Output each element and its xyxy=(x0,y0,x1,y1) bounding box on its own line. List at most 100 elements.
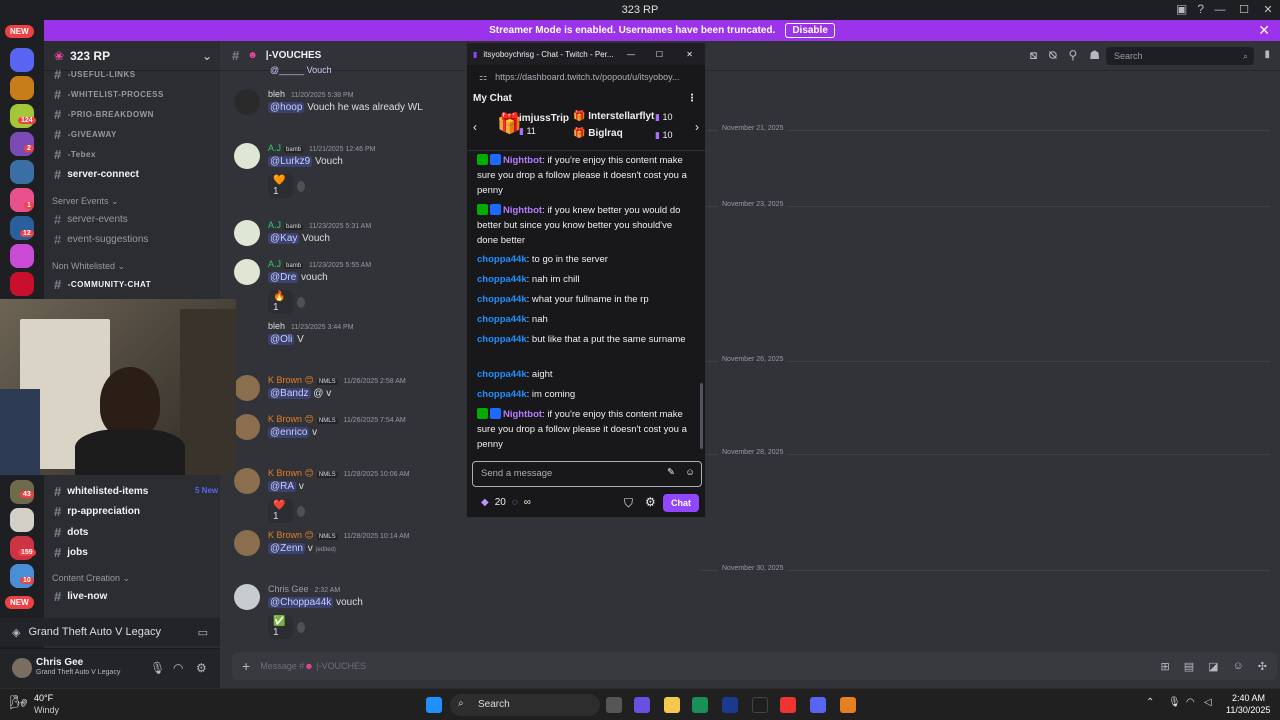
message-author[interactable]: K Brown 😊 NMLS 11/28/2025 10:06 AM xyxy=(268,468,410,479)
message-author[interactable]: bleh 11/20/2025 5:38 PM xyxy=(268,89,354,99)
sticker-icon[interactable]: ◪ xyxy=(1208,660,1218,673)
server-icon[interactable] xyxy=(10,244,34,268)
headphones-icon[interactable]: ◠ xyxy=(173,661,183,675)
more-options-icon[interactable]: ⋮ xyxy=(687,93,697,104)
avatar[interactable] xyxy=(234,89,260,115)
weather-icon[interactable]: 🌬 xyxy=(10,694,28,711)
search-input[interactable]: Search ⌕ xyxy=(1106,47,1254,65)
category-server-events[interactable]: Server Events ⌄ xyxy=(52,196,119,207)
gift-icon[interactable]: ⊞ xyxy=(1161,660,1170,673)
server-icon-323[interactable] xyxy=(10,48,34,72)
chevron-left-icon[interactable]: ‹ xyxy=(473,120,477,134)
channel-rp-appreciation[interactable]: # rp-appreciation xyxy=(54,504,140,519)
wifi-icon[interactable]: ◠ xyxy=(1186,697,1195,708)
category-content-creation[interactable]: Content Creation ⌄ xyxy=(52,573,130,584)
microphone-icon[interactable]: 🎙︎ xyxy=(150,661,165,675)
channel-useful-links[interactable]: # -USEFUL-LINKS xyxy=(54,67,136,82)
bits-icon[interactable]: ✎ xyxy=(667,467,675,478)
message-input[interactable]: + Message #☻ |-VOUCHES ⊞ ▤ ◪ ☺ ✣ xyxy=(232,652,1277,680)
avatar[interactable] xyxy=(234,220,260,246)
pin-icon[interactable]: ⚲ xyxy=(1068,48,1077,63)
avatar[interactable] xyxy=(234,584,260,610)
server-icon[interactable] xyxy=(10,76,34,100)
avatar[interactable] xyxy=(234,468,260,494)
scrollbar[interactable] xyxy=(700,383,703,449)
copilot-icon[interactable] xyxy=(634,697,650,713)
minimize-button[interactable]: — xyxy=(627,50,635,59)
chevron-down-icon[interactable]: ⌄ xyxy=(202,49,212,63)
url-bar[interactable]: ⚏ https://dashboard.twitch.tv/popout/u/i… xyxy=(473,67,699,87)
threads-icon[interactable]: ⧅ xyxy=(1030,48,1038,63)
gif-icon[interactable]: ▤ xyxy=(1184,660,1194,673)
gifter-name[interactable]: 🎁 Biglraq xyxy=(573,128,623,139)
app-icon[interactable] xyxy=(840,697,856,713)
clock-date[interactable]: 11/30/2025 xyxy=(1226,705,1270,715)
disable-button[interactable]: Disable xyxy=(785,23,835,38)
windows-start-icon[interactable] xyxy=(426,697,442,713)
mute-icon[interactable]: ⍉ xyxy=(1049,48,1056,63)
channel-prio-breakdown[interactable]: # -PRIO-BREAKDOWN xyxy=(54,107,154,122)
channel-tebex[interactable]: # -Tebex xyxy=(54,147,96,162)
maximize-button[interactable]: ☐ xyxy=(656,50,663,59)
chevron-right-icon[interactable]: › xyxy=(695,120,699,134)
close-icon[interactable]: ✕ xyxy=(1258,22,1270,39)
emote-picker-icon[interactable]: ☺ xyxy=(685,467,695,478)
message-author[interactable]: K Brown 😊 NMLS 11/26/2025 7:54 AM xyxy=(268,414,406,425)
message-author[interactable]: bleh 11/23/2025 3:44 PM xyxy=(268,321,354,331)
gifter-name[interactable]: 🎁 Interstellarflyt xyxy=(573,111,654,122)
inbox-icon[interactable]: ▣ xyxy=(1176,2,1187,16)
category-non-whitelisted[interactable]: Non Whitelisted ⌄ xyxy=(52,261,125,272)
microphone-icon[interactable]: 🎙︎ xyxy=(1168,697,1181,708)
shield-icon[interactable]: ⛉ xyxy=(624,496,633,511)
channel-whitelisted-items[interactable]: # whitelisted-items xyxy=(54,484,148,499)
channel-jobs[interactable]: # jobs xyxy=(54,545,88,560)
message-author[interactable]: Chris Gee 2:32 AM xyxy=(268,584,340,594)
channel-live-now[interactable]: # live-now xyxy=(54,589,107,604)
chat-send-button[interactable]: Chat xyxy=(663,494,699,512)
avatar[interactable] xyxy=(234,375,260,401)
terminal-icon[interactable] xyxy=(752,697,768,713)
settings-gear-icon[interactable]: ⚙ xyxy=(645,495,656,509)
channel-dots[interactable]: # dots xyxy=(54,525,88,540)
launcher-icon[interactable] xyxy=(722,697,738,713)
channel-whitelist-process[interactable]: # -WHITELIST-PROCESS xyxy=(54,87,164,102)
reaction[interactable]: 🧡 1 xyxy=(268,174,306,198)
close-button[interactable]: ✕ xyxy=(1256,0,1280,20)
channel-community-chat[interactable]: # -COMMUNITY-CHAT xyxy=(54,277,151,292)
send-message-input[interactable]: Send a message ✎ ☺ xyxy=(472,461,702,487)
server-icon[interactable] xyxy=(10,104,34,128)
server-icon[interactable] xyxy=(10,564,34,588)
file-explorer-icon[interactable] xyxy=(664,697,680,713)
site-info-icon[interactable]: ⚏ xyxy=(479,72,487,83)
clock-time[interactable]: 2:40 AM xyxy=(1232,693,1265,703)
members-icon[interactable]: ☗ xyxy=(1089,48,1100,63)
avatar[interactable] xyxy=(234,259,260,285)
screen-share-icon[interactable]: ▭ xyxy=(198,626,208,639)
channel-event-suggestions[interactable]: # event-suggestions xyxy=(54,232,148,247)
channel-giveaway[interactable]: # -GIVEAWAY xyxy=(54,127,117,142)
message-author[interactable]: A.J bamb 11/21/2025 12:46 PM xyxy=(268,143,375,153)
emoji-icon[interactable]: ☺ xyxy=(1233,660,1244,673)
message-author[interactable]: A.J bamb 11/23/2025 5:31 AM xyxy=(268,220,371,230)
channel-points[interactable]: ◆ 20 ◌ ∞ xyxy=(481,497,531,508)
server-icon[interactable] xyxy=(10,160,34,184)
message-author[interactable]: A.J bamb 11/23/2025 5:55 AM xyxy=(268,259,371,269)
reaction[interactable]: ✅ 1 xyxy=(268,615,306,639)
reaction[interactable]: ❤️ 1 xyxy=(268,499,306,523)
add-attachment-icon[interactable]: + xyxy=(242,658,250,674)
close-button[interactable]: ✕ xyxy=(686,50,693,59)
avatar[interactable] xyxy=(12,658,32,678)
avatar[interactable] xyxy=(234,414,260,440)
channel-server-events[interactable]: # server-events xyxy=(54,212,128,227)
reaction[interactable]: 🔥 1 xyxy=(268,290,306,314)
inbox-icon[interactable]: ▮ xyxy=(1264,49,1270,60)
avatar[interactable] xyxy=(234,530,260,556)
message-author[interactable]: K Brown 😊 NMLS 11/26/2025 2:58 AM xyxy=(268,375,406,386)
volume-icon[interactable]: ◁ xyxy=(1204,697,1212,708)
app-icon[interactable] xyxy=(780,697,796,713)
edge-icon[interactable] xyxy=(692,697,708,713)
maximize-button[interactable]: ☐ xyxy=(1232,0,1256,20)
minimize-button[interactable]: — xyxy=(1208,0,1232,20)
chevron-up-icon[interactable]: ⌃ xyxy=(1146,697,1154,708)
taskbar-search[interactable]: ⌕ Search xyxy=(450,694,600,716)
